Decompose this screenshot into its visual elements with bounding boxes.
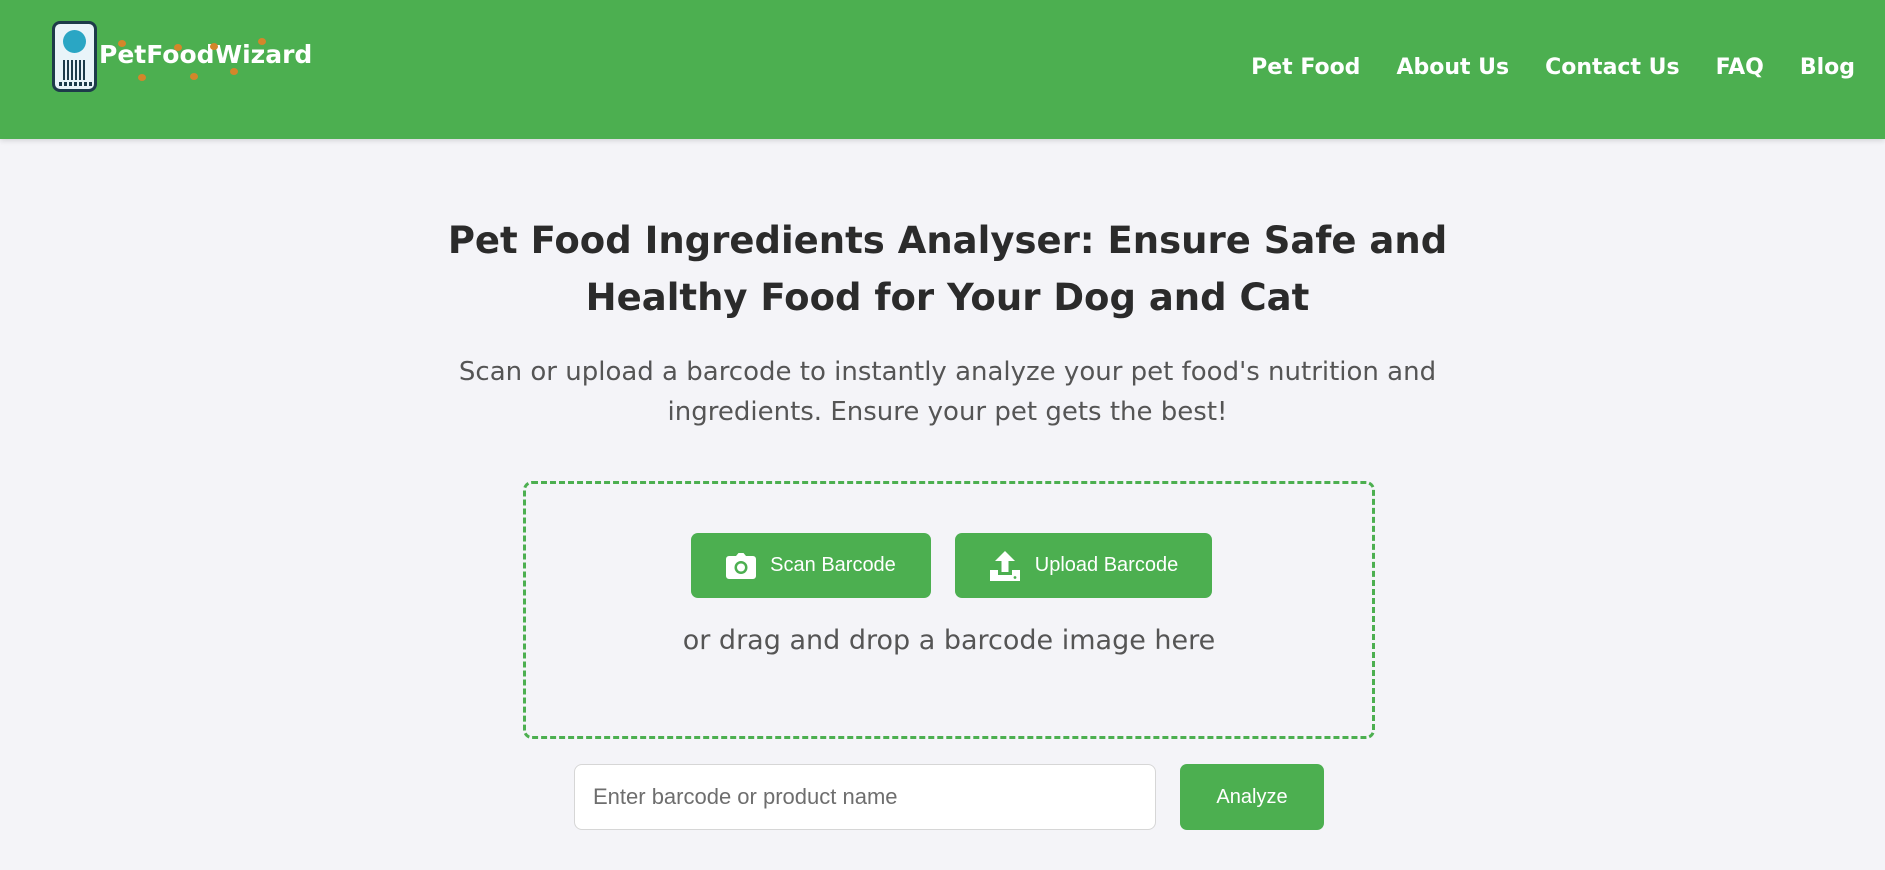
kibble-decoration	[190, 73, 198, 80]
site-header: PetFoodWizard Pet Food About Us Contact …	[0, 0, 1885, 139]
drop-instruction: or drag and drop a barcode image here	[682, 625, 1216, 656]
nav-item-pet-food[interactable]: Pet Food	[1251, 55, 1360, 80]
brand-name: PetFoodWizard	[99, 39, 313, 69]
page-title: Pet Food Ingredients Analyser: Ensure Sa…	[447, 219, 1448, 319]
nav-item-blog[interactable]: Blog	[1800, 55, 1855, 80]
kibble-decoration	[210, 43, 218, 50]
upload-icon	[989, 550, 1021, 582]
nav-item-contact-us[interactable]: Contact Us	[1545, 55, 1679, 80]
kibble-decoration	[230, 68, 238, 75]
scan-barcode-label: Scan Barcode	[770, 554, 896, 576]
brand-logo[interactable]: PetFoodWizard	[52, 20, 312, 92]
main-nav: Pet Food About Us Contact Us FAQ Blog	[1251, 49, 1855, 85]
scan-barcode-button[interactable]: Scan Barcode	[691, 533, 931, 598]
kibble-decoration	[258, 38, 266, 45]
page-subtitle: Scan or upload a barcode to instantly an…	[458, 357, 1437, 427]
barcode-phone-icon	[52, 20, 97, 92]
kibble-decoration	[138, 74, 146, 81]
nav-item-faq[interactable]: FAQ	[1716, 55, 1764, 80]
kibble-decoration	[174, 44, 182, 51]
barcode-dropzone[interactable]: Scan Barcode Upload Barcode or drag and …	[523, 481, 1375, 739]
analyze-button[interactable]: Analyze	[1180, 764, 1324, 830]
nav-item-about-us[interactable]: About Us	[1396, 55, 1509, 80]
camera-icon	[726, 552, 757, 579]
barcode-search-input[interactable]	[574, 764, 1156, 830]
upload-barcode-label: Upload Barcode	[1034, 554, 1179, 576]
kibble-decoration	[118, 40, 126, 47]
upload-barcode-button[interactable]: Upload Barcode	[955, 533, 1212, 598]
